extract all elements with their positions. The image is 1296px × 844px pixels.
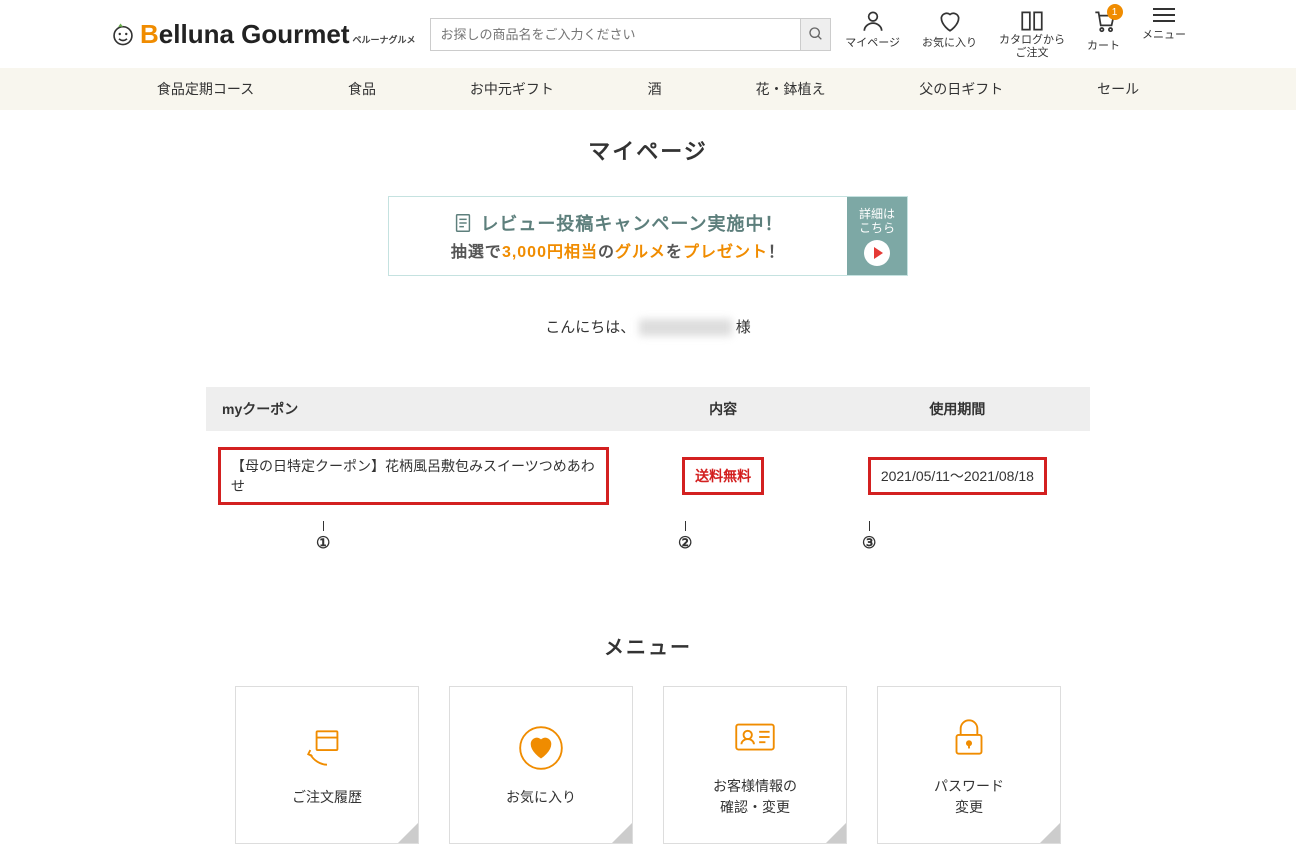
cart-badge: 1 (1107, 4, 1123, 20)
logo-sub: ベルーナグルメ (352, 33, 415, 46)
hamburger-icon (1153, 8, 1175, 22)
logo-text: Belluna Gourmet ベルーナグルメ (140, 19, 416, 50)
catalog-link[interactable]: カタログからご注文 (999, 8, 1065, 60)
user-name-blurred: XXXX XXXX (639, 319, 731, 336)
package-icon (302, 723, 352, 773)
coupon-period-highlight: 2021/05/11～2021/08/18 (868, 457, 1047, 495)
header-icons: マイページ お気に入り カタログからご注文 1 カート メニュー (845, 8, 1186, 60)
logo-rest: elluna Gourmet (159, 19, 350, 50)
mypage-link[interactable]: マイページ (845, 8, 900, 60)
banner-content: レビュー投稿キャンペーン実施中！ 抽選で3,000円相当のグルメをプレゼント！ (389, 197, 847, 275)
menu-card-label: お気に入り (506, 787, 576, 808)
page-title: マイページ (0, 134, 1296, 166)
nav-item[interactable]: 食品定期コース (149, 68, 262, 110)
nav-item[interactable]: 父の日ギフト (911, 68, 1011, 110)
coupon-name-cell: 【母の日特定クーポン】花柄風呂敷包みスイーツつめあわせ (206, 431, 621, 521)
menu-card-label: ご注文履歴 (292, 787, 362, 808)
coupon-content-highlight: 送料無料 (682, 457, 764, 495)
logo-smiley-icon (110, 21, 136, 47)
nav-item[interactable]: 花・鉢植え (747, 68, 833, 110)
lock-icon (944, 712, 994, 762)
table-header-row: myクーポン 内容 使用期間 (206, 387, 1090, 431)
nav-item[interactable]: 食品 (340, 68, 384, 110)
campaign-banner[interactable]: レビュー投稿キャンペーン実施中！ 抽選で3,000円相当のグルメをプレゼント！ … (388, 196, 908, 276)
logo[interactable]: Belluna Gourmet ベルーナグルメ (110, 19, 416, 50)
banner-line1: レビュー投稿キャンペーン実施中！ (452, 210, 783, 236)
menu-card-label: パスワード変更 (934, 776, 1004, 818)
search-icon (808, 26, 824, 42)
nav: 食品定期コース 食品 お中元ギフト 酒 花・鉢植え 父の日ギフト セール (0, 68, 1296, 110)
coupon-table: myクーポン 内容 使用期間 【母の日特定クーポン】花柄風呂敷包みスイーツつめあ… (206, 387, 1090, 521)
menu-card-orders[interactable]: ご注文履歴 (235, 686, 419, 844)
id-card-icon (730, 712, 780, 762)
mypage-label: マイページ (845, 34, 900, 50)
menu-button[interactable]: メニュー (1142, 8, 1186, 60)
banner-detail-text: 詳細はこちら (859, 207, 895, 236)
logo-b: B (140, 19, 159, 50)
cart-icon-wrap: 1 (1091, 8, 1117, 37)
user-icon (860, 8, 886, 34)
nav-item[interactable]: 酒 (640, 68, 670, 110)
favorite-label: お気に入り (922, 34, 977, 50)
cart-label: カート (1087, 37, 1120, 53)
header: Belluna Gourmet ベルーナグルメ マイページ お気に入り カタログ… (0, 0, 1296, 68)
search-button[interactable] (801, 18, 831, 51)
heart-icon (937, 8, 963, 34)
banner-detail: 詳細はこちら (847, 197, 907, 275)
annotation-2: ② (678, 521, 692, 553)
menu-grid: ご注文履歴 お気に入り お客様情報の確認・変更 パスワード変更 (0, 686, 1296, 844)
menu-card-label: お客様情報の確認・変更 (713, 776, 797, 818)
menu-label: メニュー (1142, 26, 1186, 42)
book-icon (1019, 8, 1045, 34)
coupon-content-cell: 送料無料 (621, 431, 824, 521)
table-row: 【母の日特定クーポン】花柄風呂敷包みスイーツつめあわせ 送料無料 2021/05… (206, 431, 1090, 521)
play-icon (864, 240, 890, 266)
annotation-3: ③ (862, 521, 876, 553)
th-period: 使用期間 (825, 387, 1090, 431)
menu-title: メニュー (0, 631, 1296, 660)
nav-item[interactable]: お中元ギフト (462, 68, 562, 110)
search (430, 18, 832, 51)
th-content: 内容 (621, 387, 824, 431)
favorite-link[interactable]: お気に入り (922, 8, 977, 60)
annotations: ① ② ③ (206, 521, 1090, 561)
coupon-name-highlight: 【母の日特定クーポン】花柄風呂敷包みスイーツつめあわせ (218, 447, 609, 505)
greeting-prefix: こんにちは、 (545, 319, 635, 336)
greeting-suffix: 様 (736, 319, 751, 336)
annotation-1: ① (316, 521, 330, 553)
nav-item[interactable]: セール (1089, 68, 1147, 110)
banner-line2: 抽選で3,000円相当のグルメをプレゼント！ (451, 238, 785, 262)
greeting: こんにちは、 XXXX XXXX 様 (0, 316, 1296, 337)
cart-link[interactable]: 1 カート (1087, 8, 1120, 60)
menu-card-favorite[interactable]: お気に入り (449, 686, 633, 844)
search-input[interactable] (430, 18, 802, 51)
menu-card-password[interactable]: パスワード変更 (877, 686, 1061, 844)
th-coupon: myクーポン (206, 387, 621, 431)
coupon-period-cell: 2021/05/11～2021/08/18 (825, 431, 1090, 521)
menu-card-customer[interactable]: お客様情報の確認・変更 (663, 686, 847, 844)
catalog-label: カタログからご注文 (999, 34, 1065, 60)
heart-circle-icon (516, 723, 566, 773)
note-icon (452, 212, 474, 234)
